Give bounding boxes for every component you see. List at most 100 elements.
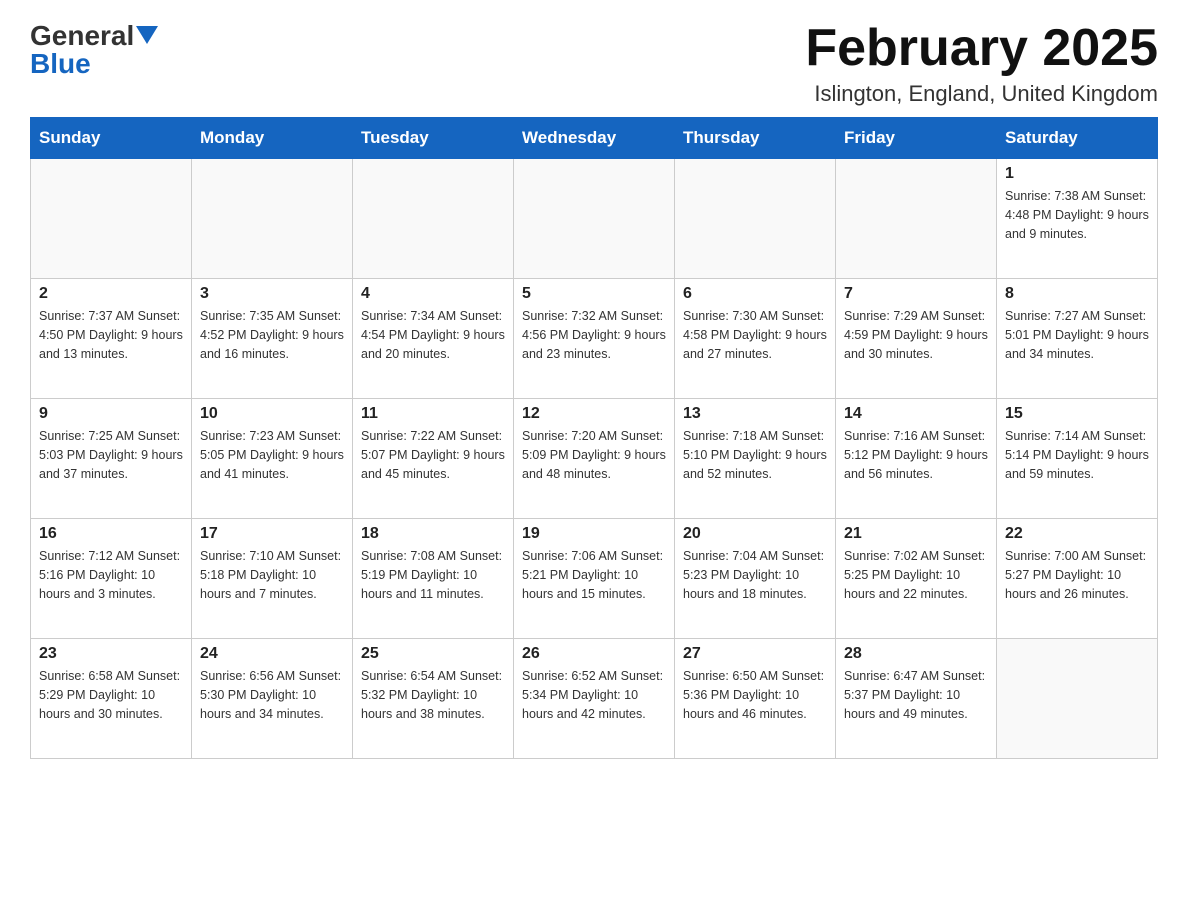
week-row-3: 9 Sunrise: 7:25 AM Sunset: 5:03 PM Daylig…	[31, 399, 1158, 519]
calendar-cell	[514, 159, 675, 279]
day-info: Sunrise: 6:58 AM Sunset: 5:29 PM Dayligh…	[39, 667, 183, 723]
day-info: Sunrise: 7:34 AM Sunset: 4:54 PM Dayligh…	[361, 307, 505, 363]
calendar-cell	[31, 159, 192, 279]
calendar-cell: 9 Sunrise: 7:25 AM Sunset: 5:03 PM Daylig…	[31, 399, 192, 519]
day-number: 22	[1005, 525, 1149, 543]
day-number: 1	[1005, 165, 1149, 183]
day-info: Sunrise: 7:30 AM Sunset: 4:58 PM Dayligh…	[683, 307, 827, 363]
day-number: 18	[361, 525, 505, 543]
logo-blue-text: Blue	[30, 48, 91, 80]
calendar-cell: 2Sunrise: 7:37 AM Sunset: 4:50 PM Daylig…	[31, 279, 192, 399]
calendar-cell: 12 Sunrise: 7:20 AM Sunset: 5:09 PM Dayli…	[514, 399, 675, 519]
day-number: 12	[522, 405, 666, 423]
day-number: 20	[683, 525, 827, 543]
calendar-header-sunday: Sunday	[31, 118, 192, 159]
calendar-cell	[836, 159, 997, 279]
calendar-cell: 28 Sunrise: 6:47 AM Sunset: 5:37 PM Dayli…	[836, 639, 997, 759]
calendar-header-row: SundayMondayTuesdayWednesdayThursdayFrid…	[31, 118, 1158, 159]
calendar-cell: 19 Sunrise: 7:06 AM Sunset: 5:21 PM Dayli…	[514, 519, 675, 639]
day-info: Sunrise: 6:47 AM Sunset: 5:37 PM Dayligh…	[844, 667, 988, 723]
day-info: Sunrise: 7:20 AM Sunset: 5:09 PM Dayligh…	[522, 427, 666, 483]
day-info: Sunrise: 7:12 AM Sunset: 5:16 PM Dayligh…	[39, 547, 183, 603]
calendar-cell: 24 Sunrise: 6:56 AM Sunset: 5:30 PM Dayli…	[192, 639, 353, 759]
calendar-cell: 1 Sunrise: 7:38 AM Sunset: 4:48 PM Daylig…	[997, 159, 1158, 279]
day-info: Sunrise: 7:38 AM Sunset: 4:48 PM Dayligh…	[1005, 187, 1149, 243]
day-number: 19	[522, 525, 666, 543]
day-info: Sunrise: 7:35 AM Sunset: 4:52 PM Dayligh…	[200, 307, 344, 363]
day-number: 24	[200, 645, 344, 663]
day-number: 25	[361, 645, 505, 663]
day-number: 21	[844, 525, 988, 543]
week-row-5: 23 Sunrise: 6:58 AM Sunset: 5:29 PM Dayli…	[31, 639, 1158, 759]
day-info: Sunrise: 7:23 AM Sunset: 5:05 PM Dayligh…	[200, 427, 344, 483]
day-info: Sunrise: 7:18 AM Sunset: 5:10 PM Dayligh…	[683, 427, 827, 483]
week-row-2: 2Sunrise: 7:37 AM Sunset: 4:50 PM Daylig…	[31, 279, 1158, 399]
calendar-cell: 17 Sunrise: 7:10 AM Sunset: 5:18 PM Dayli…	[192, 519, 353, 639]
calendar-header-monday: Monday	[192, 118, 353, 159]
day-info: Sunrise: 7:32 AM Sunset: 4:56 PM Dayligh…	[522, 307, 666, 363]
calendar-cell: 8 Sunrise: 7:27 AM Sunset: 5:01 PM Daylig…	[997, 279, 1158, 399]
logo: General Blue	[30, 20, 158, 80]
day-info: Sunrise: 7:25 AM Sunset: 5:03 PM Dayligh…	[39, 427, 183, 483]
day-number: 23	[39, 645, 183, 663]
day-info: Sunrise: 7:16 AM Sunset: 5:12 PM Dayligh…	[844, 427, 988, 483]
day-info: Sunrise: 7:00 AM Sunset: 5:27 PM Dayligh…	[1005, 547, 1149, 603]
day-number: 10	[200, 405, 344, 423]
calendar-header-friday: Friday	[836, 118, 997, 159]
day-info: Sunrise: 7:04 AM Sunset: 5:23 PM Dayligh…	[683, 547, 827, 603]
calendar-cell: 11Sunrise: 7:22 AM Sunset: 5:07 PM Dayli…	[353, 399, 514, 519]
day-number: 28	[844, 645, 988, 663]
calendar-cell	[997, 639, 1158, 759]
calendar-cell: 6 Sunrise: 7:30 AM Sunset: 4:58 PM Daylig…	[675, 279, 836, 399]
calendar-table: SundayMondayTuesdayWednesdayThursdayFrid…	[30, 117, 1158, 759]
calendar-header-saturday: Saturday	[997, 118, 1158, 159]
day-number: 16	[39, 525, 183, 543]
day-number: 6	[683, 285, 827, 303]
calendar-cell: 27 Sunrise: 6:50 AM Sunset: 5:36 PM Dayli…	[675, 639, 836, 759]
calendar-cell: 16 Sunrise: 7:12 AM Sunset: 5:16 PM Dayli…	[31, 519, 192, 639]
day-number: 7	[844, 285, 988, 303]
day-number: 9	[39, 405, 183, 423]
day-info: Sunrise: 7:06 AM Sunset: 5:21 PM Dayligh…	[522, 547, 666, 603]
calendar-cell: 14 Sunrise: 7:16 AM Sunset: 5:12 PM Dayli…	[836, 399, 997, 519]
calendar-cell: 10 Sunrise: 7:23 AM Sunset: 5:05 PM Dayli…	[192, 399, 353, 519]
calendar-cell	[675, 159, 836, 279]
calendar-header-tuesday: Tuesday	[353, 118, 514, 159]
calendar-cell: 3 Sunrise: 7:35 AM Sunset: 4:52 PM Daylig…	[192, 279, 353, 399]
calendar-cell: 25 Sunrise: 6:54 AM Sunset: 5:32 PM Dayli…	[353, 639, 514, 759]
day-number: 5	[522, 285, 666, 303]
logo-arrow-icon	[136, 26, 158, 48]
week-row-1: 1 Sunrise: 7:38 AM Sunset: 4:48 PM Daylig…	[31, 159, 1158, 279]
day-info: Sunrise: 7:29 AM Sunset: 4:59 PM Dayligh…	[844, 307, 988, 363]
day-info: Sunrise: 7:22 AM Sunset: 5:07 PM Dayligh…	[361, 427, 505, 483]
day-number: 4	[361, 285, 505, 303]
day-number: 26	[522, 645, 666, 663]
day-info: Sunrise: 6:52 AM Sunset: 5:34 PM Dayligh…	[522, 667, 666, 723]
day-number: 27	[683, 645, 827, 663]
location-title: Islington, England, United Kingdom	[805, 81, 1158, 107]
day-number: 3	[200, 285, 344, 303]
day-number: 13	[683, 405, 827, 423]
title-block: February 2025 Islington, England, United…	[805, 20, 1158, 107]
day-number: 17	[200, 525, 344, 543]
day-info: Sunrise: 6:54 AM Sunset: 5:32 PM Dayligh…	[361, 667, 505, 723]
calendar-cell: 5 Sunrise: 7:32 AM Sunset: 4:56 PM Daylig…	[514, 279, 675, 399]
day-number: 14	[844, 405, 988, 423]
day-info: Sunrise: 6:56 AM Sunset: 5:30 PM Dayligh…	[200, 667, 344, 723]
week-row-4: 16 Sunrise: 7:12 AM Sunset: 5:16 PM Dayli…	[31, 519, 1158, 639]
day-info: Sunrise: 7:10 AM Sunset: 5:18 PM Dayligh…	[200, 547, 344, 603]
day-info: Sunrise: 7:37 AM Sunset: 4:50 PM Dayligh…	[39, 307, 183, 363]
calendar-cell: 26 Sunrise: 6:52 AM Sunset: 5:34 PM Dayli…	[514, 639, 675, 759]
calendar-cell	[192, 159, 353, 279]
calendar-cell: 23 Sunrise: 6:58 AM Sunset: 5:29 PM Dayli…	[31, 639, 192, 759]
page-header: General Blue February 2025 Islington, En…	[30, 20, 1158, 107]
calendar-cell: 4 Sunrise: 7:34 AM Sunset: 4:54 PM Daylig…	[353, 279, 514, 399]
calendar-cell: 13 Sunrise: 7:18 AM Sunset: 5:10 PM Dayli…	[675, 399, 836, 519]
day-info: Sunrise: 7:08 AM Sunset: 5:19 PM Dayligh…	[361, 547, 505, 603]
day-info: Sunrise: 6:50 AM Sunset: 5:36 PM Dayligh…	[683, 667, 827, 723]
day-info: Sunrise: 7:27 AM Sunset: 5:01 PM Dayligh…	[1005, 307, 1149, 363]
calendar-cell: 15Sunrise: 7:14 AM Sunset: 5:14 PM Dayli…	[997, 399, 1158, 519]
day-number: 8	[1005, 285, 1149, 303]
calendar-cell: 20 Sunrise: 7:04 AM Sunset: 5:23 PM Dayli…	[675, 519, 836, 639]
calendar-cell: 18 Sunrise: 7:08 AM Sunset: 5:19 PM Dayli…	[353, 519, 514, 639]
